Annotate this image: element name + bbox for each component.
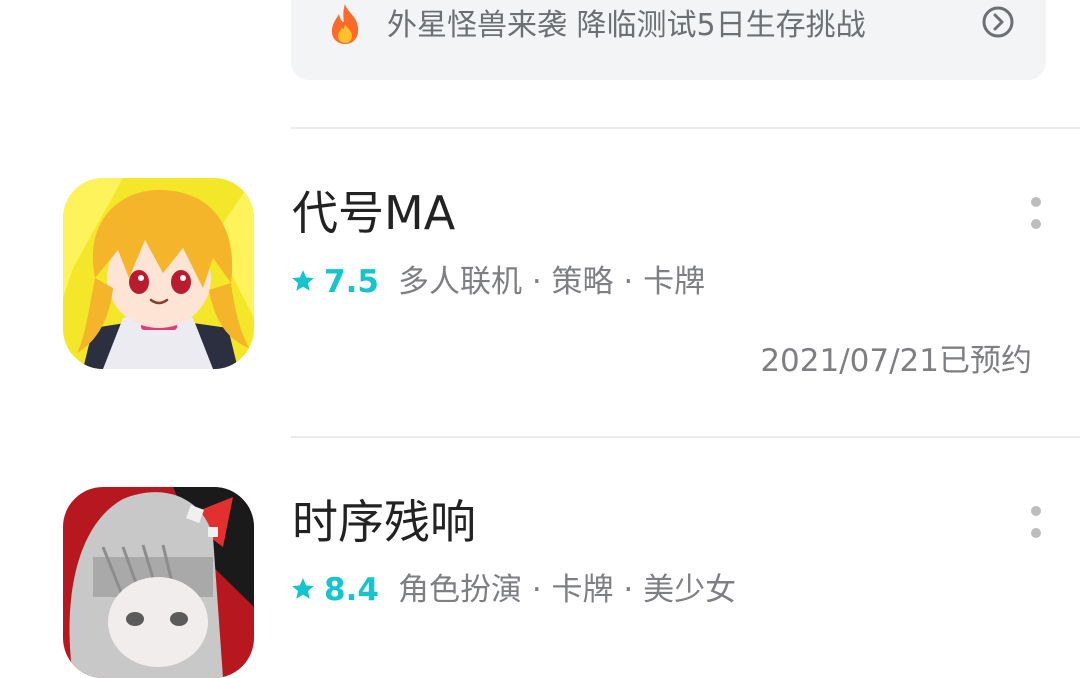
banner-text: 外星怪兽来袭 降临测试5日生存挑战 <box>387 8 866 43</box>
reservation-status: 2021/07/21已预约 <box>760 343 1032 379</box>
more-menu-icon[interactable] <box>1029 197 1043 243</box>
game-tags: 角色扮演 · 卡牌 · 美少女 <box>398 572 737 608</box>
more-menu-icon[interactable] <box>1029 506 1043 552</box>
gray-hair-girl-game-icon[interactable] <box>63 487 254 678</box>
event-banner[interactable]: 外星怪兽来袭 降临测试5日生存挑战 <box>291 0 1046 80</box>
game-rating: 7.5 <box>324 264 379 300</box>
divider <box>291 127 1080 129</box>
chevron-right-circle-icon[interactable] <box>981 5 1015 39</box>
divider <box>291 436 1080 438</box>
game-title[interactable]: 时序残响 <box>292 494 476 550</box>
game-rating: 8.4 <box>324 572 379 608</box>
anime-girl-game-icon[interactable] <box>63 178 254 369</box>
star-icon <box>292 270 314 291</box>
fire-icon <box>331 4 359 44</box>
star-icon <box>292 578 314 599</box>
game-title[interactable]: 代号MA <box>292 185 455 241</box>
banner-fade <box>931 0 981 60</box>
game-tags: 多人联机 · 策略 · 卡牌 <box>398 264 706 300</box>
